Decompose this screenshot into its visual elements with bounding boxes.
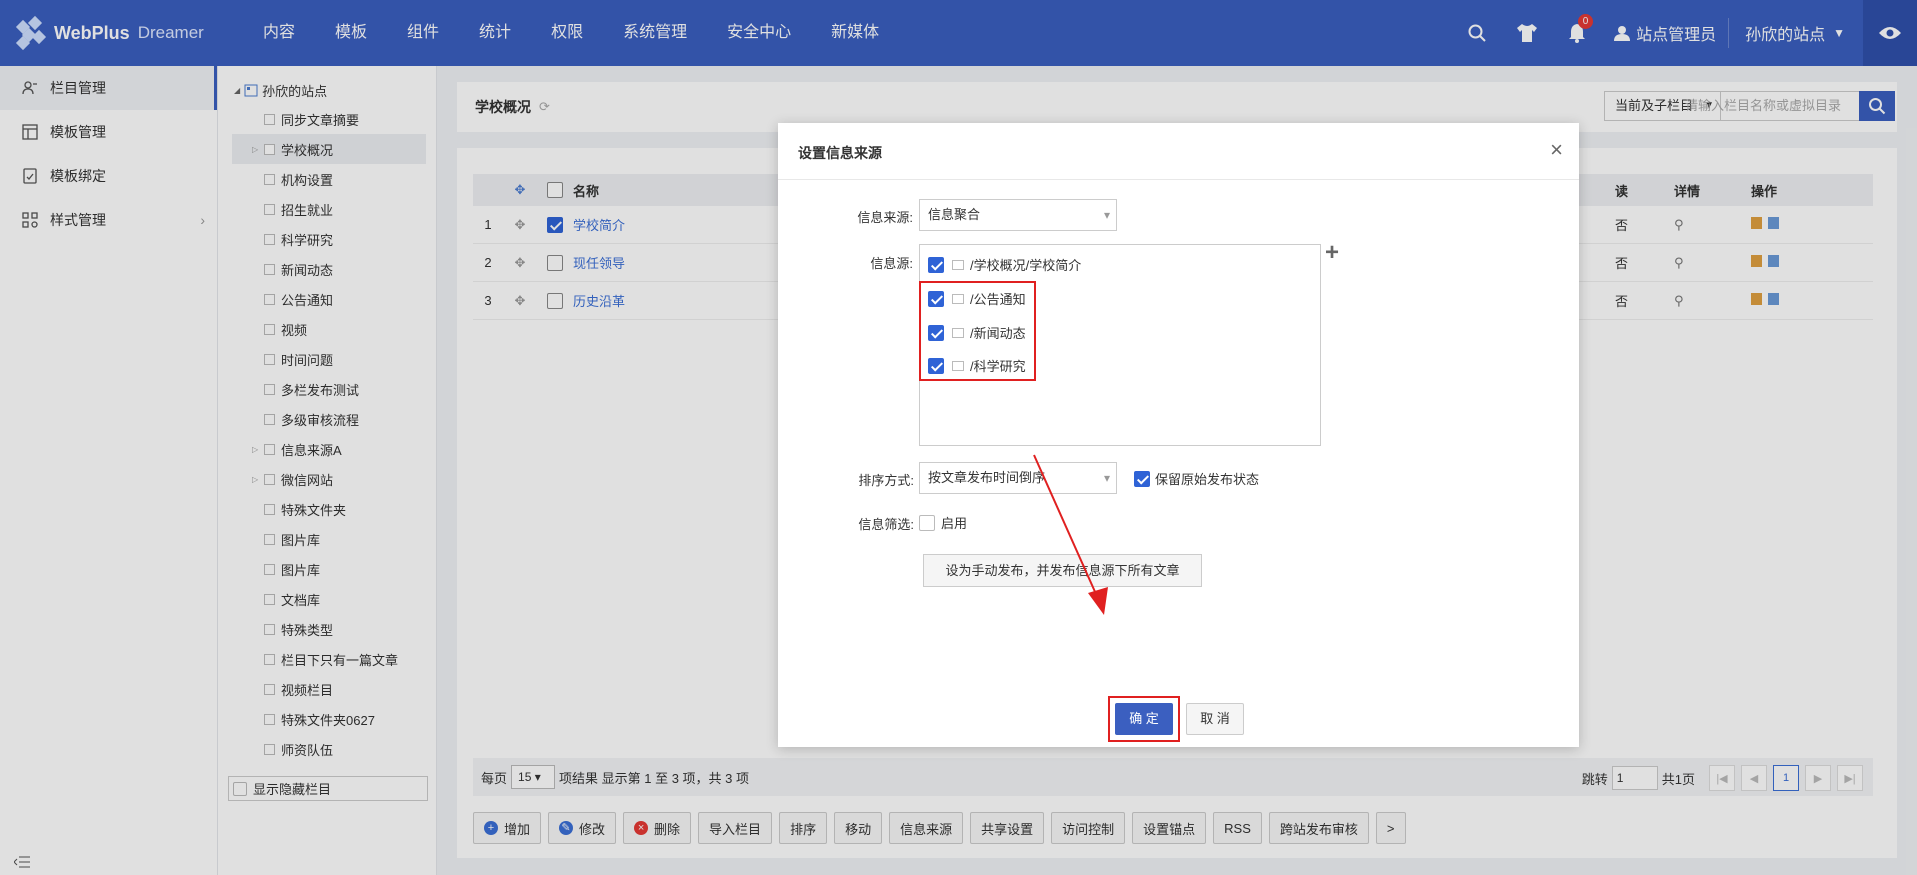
highlight-box [919, 281, 1036, 381]
folder-icon [952, 259, 964, 270]
dialog-title: 设置信息来源 [798, 145, 882, 161]
source-type-select[interactable]: 信息聚合 [919, 199, 1117, 231]
checkbox[interactable] [1134, 470, 1150, 487]
filter-label: 信息筛选: [858, 517, 914, 532]
sort-label: 排序方式: [858, 473, 914, 488]
ok-button[interactable]: 确 定 [1115, 703, 1173, 735]
arrow-annotation-icon [1033, 454, 1108, 615]
filter-enable-checkbox[interactable]: 启用 [919, 513, 967, 532]
cancel-button[interactable]: 取 消 [1186, 703, 1244, 735]
dialog-divider [778, 179, 1579, 180]
checkbox[interactable] [919, 514, 935, 531]
keep-status-checkbox[interactable]: 保留原始发布状态 [1134, 469, 1259, 488]
close-icon[interactable]: × [1550, 137, 1563, 163]
add-source-icon[interactable]: + [1325, 239, 1339, 267]
checkbox[interactable] [928, 256, 944, 273]
source-type-label: 信息来源: [857, 210, 913, 225]
info-source-dialog: 设置信息来源 × 信息来源: 信息聚合 信息源: /学校概况/学校简介 /公告通… [778, 123, 1579, 747]
sources-label: 信息源: [870, 256, 913, 271]
source-item[interactable]: /学校概况/学校简介 [928, 255, 1081, 274]
